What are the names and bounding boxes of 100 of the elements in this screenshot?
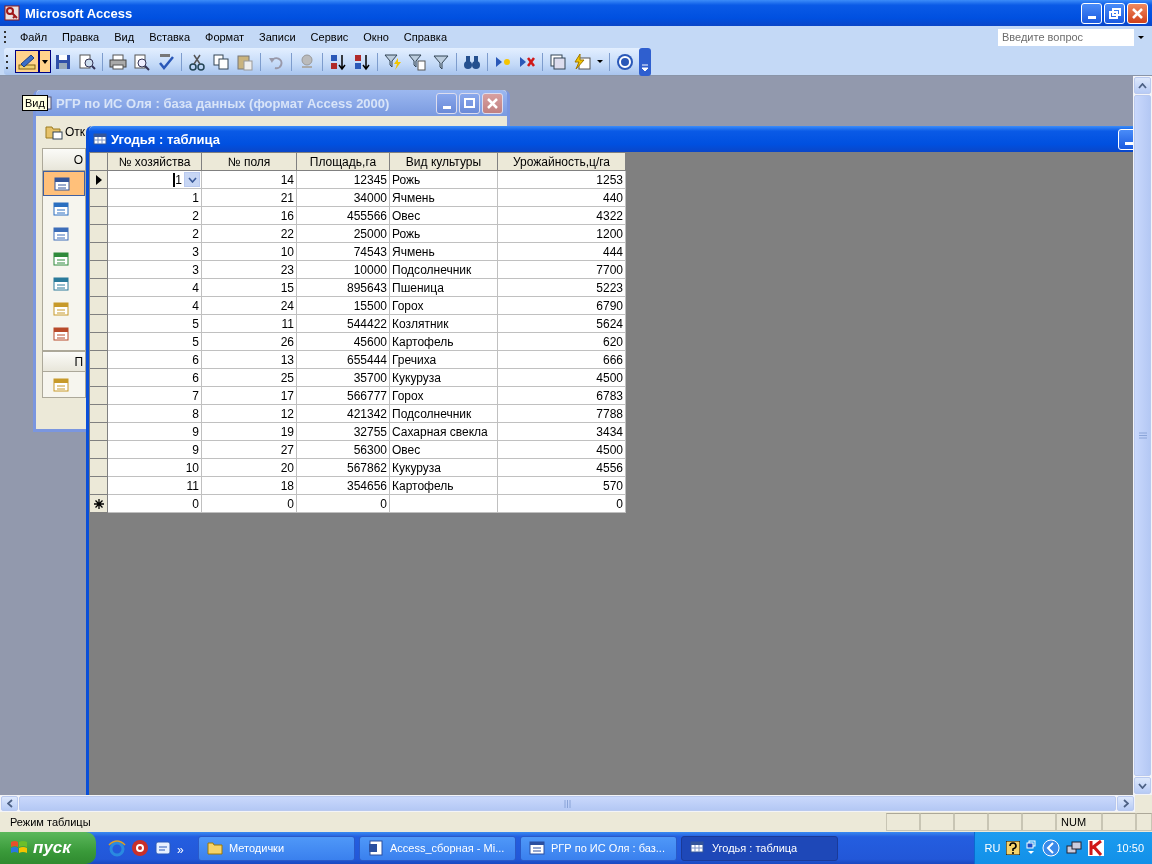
browser-e-icon[interactable] — [108, 839, 126, 857]
table-cell: Пшеница — [392, 280, 444, 295]
menu-item[interactable]: Окно — [356, 31, 397, 43]
table-cell: 655444 — [346, 352, 387, 367]
menu-item[interactable]: Справка — [396, 31, 455, 43]
open-button[interactable]: Отк — [42, 121, 89, 143]
key-icon — [4, 5, 20, 21]
column-header[interactable]: № хозяйства — [107, 152, 202, 171]
combo-field[interactable]: 1 — [108, 171, 201, 188]
scroll-thumb[interactable] — [1134, 95, 1151, 776]
menu-item[interactable]: Сервис — [303, 31, 357, 43]
table-cell: Подсолнечник — [392, 262, 472, 277]
toolbar-options-icon[interactable] — [639, 47, 651, 76]
vertical-scrollbar[interactable] — [1133, 76, 1152, 795]
horizontal-scrollbar[interactable] — [0, 795, 1152, 812]
table-cell: Картофель — [392, 478, 454, 493]
object-icon — [53, 225, 69, 242]
table-cell: 35700 — [353, 370, 387, 385]
object-icon — [53, 300, 69, 317]
minimize-icon — [442, 105, 451, 109]
object-icon — [54, 175, 70, 192]
window-icon — [529, 840, 545, 856]
taskbar-button[interactable]: Угодья : таблица — [681, 835, 838, 861]
view-button[interactable] — [15, 50, 39, 73]
help-question-icon[interactable] — [1006, 841, 1021, 855]
scroll-down-button[interactable] — [1134, 777, 1151, 794]
object-icon — [53, 200, 69, 217]
table-cell: 666 — [602, 352, 623, 367]
table-cell: 15 — [280, 280, 294, 295]
scroll-left-button[interactable] — [1, 796, 18, 811]
menu-item[interactable]: Правка — [55, 31, 108, 43]
table-cell: 9 — [192, 424, 199, 439]
restore-button[interactable] — [1104, 2, 1125, 24]
table-cell: 14 — [280, 172, 294, 187]
more-button[interactable]: » — [177, 843, 184, 857]
table-cell: 16 — [280, 208, 294, 223]
object-icon — [53, 325, 69, 342]
table-cell: 25 — [280, 370, 294, 385]
windows-flag-icon — [10, 840, 28, 856]
paste-icon — [236, 52, 254, 71]
menu-item[interactable]: Вставка — [142, 31, 198, 43]
table-cell: 10 — [185, 460, 199, 475]
table-cell: 10 — [280, 244, 294, 259]
circle-icon[interactable] — [131, 839, 149, 857]
table-cell: 25000 — [353, 226, 387, 241]
table-cell: 11 — [281, 316, 294, 331]
table-cell: Картофель — [392, 334, 454, 349]
funnel-icon — [432, 52, 450, 71]
print-preview-icon — [133, 52, 151, 71]
table-cell: Сахарная свекла — [392, 424, 488, 439]
table-cell: 4322 — [596, 208, 623, 223]
restore-small-icon[interactable] — [1026, 840, 1037, 856]
menu-item[interactable]: Записи — [252, 31, 304, 43]
table-cell: 566777 — [346, 388, 387, 403]
table-cell: Овес — [392, 442, 421, 457]
column-header[interactable]: № поля — [201, 152, 297, 171]
table-cell: Гречиха — [392, 352, 437, 367]
table-cell: 74543 — [353, 244, 387, 259]
spelling-check-icon — [157, 52, 175, 71]
menu-item[interactable]: Вид — [107, 31, 143, 43]
table-cell: 895643 — [346, 280, 387, 295]
menu-item[interactable]: Файл — [13, 31, 56, 43]
network-icon[interactable] — [1066, 840, 1083, 856]
scroll-right-button[interactable] — [1117, 796, 1134, 811]
status-panel — [1022, 813, 1056, 831]
scroll-up-button[interactable] — [1134, 77, 1151, 94]
close-icon — [487, 97, 498, 109]
copy-icon — [212, 52, 230, 71]
table-cell: 7 — [192, 388, 199, 403]
table-cell: Козлятник — [392, 316, 449, 331]
help-question-field[interactable]: Введите вопрос — [998, 28, 1134, 46]
antivirus-k-icon[interactable] — [1088, 840, 1105, 856]
scroll-thumb[interactable] — [19, 796, 1116, 811]
menu-item[interactable]: Формат — [198, 31, 253, 43]
table-cell: Овес — [392, 208, 421, 223]
page-search-icon — [78, 52, 96, 71]
table-cell: 4 — [192, 298, 199, 313]
column-header[interactable]: Площадь,га — [296, 152, 390, 171]
view-dropdown-button[interactable] — [39, 50, 51, 73]
printer-icon — [109, 52, 127, 71]
scissors-icon — [188, 52, 206, 71]
table-cell: 3 — [192, 262, 199, 277]
current-record-icon — [95, 175, 102, 186]
column-header[interactable]: Вид культуры — [389, 152, 498, 171]
table-cell: 15500 — [353, 298, 387, 313]
table-cell: 13 — [280, 352, 294, 367]
table-cell: 4556 — [596, 460, 623, 475]
objects-bar-item[interactable] — [43, 171, 85, 196]
close-icon — [1132, 7, 1143, 19]
table-cell: 567862 — [346, 460, 387, 475]
table-cell: Рожь — [392, 172, 421, 187]
grip-lines-icon — [564, 799, 571, 808]
object-icon — [53, 275, 69, 292]
table-cell: 0 — [616, 496, 623, 511]
column-header[interactable]: Урожайность,ц/га — [497, 152, 626, 171]
document-icon — [368, 840, 384, 856]
dropdown-button[interactable] — [184, 172, 200, 187]
floppy-icon — [54, 52, 72, 71]
table-cell: 24 — [280, 298, 294, 313]
table-cell: 0 — [287, 496, 294, 511]
